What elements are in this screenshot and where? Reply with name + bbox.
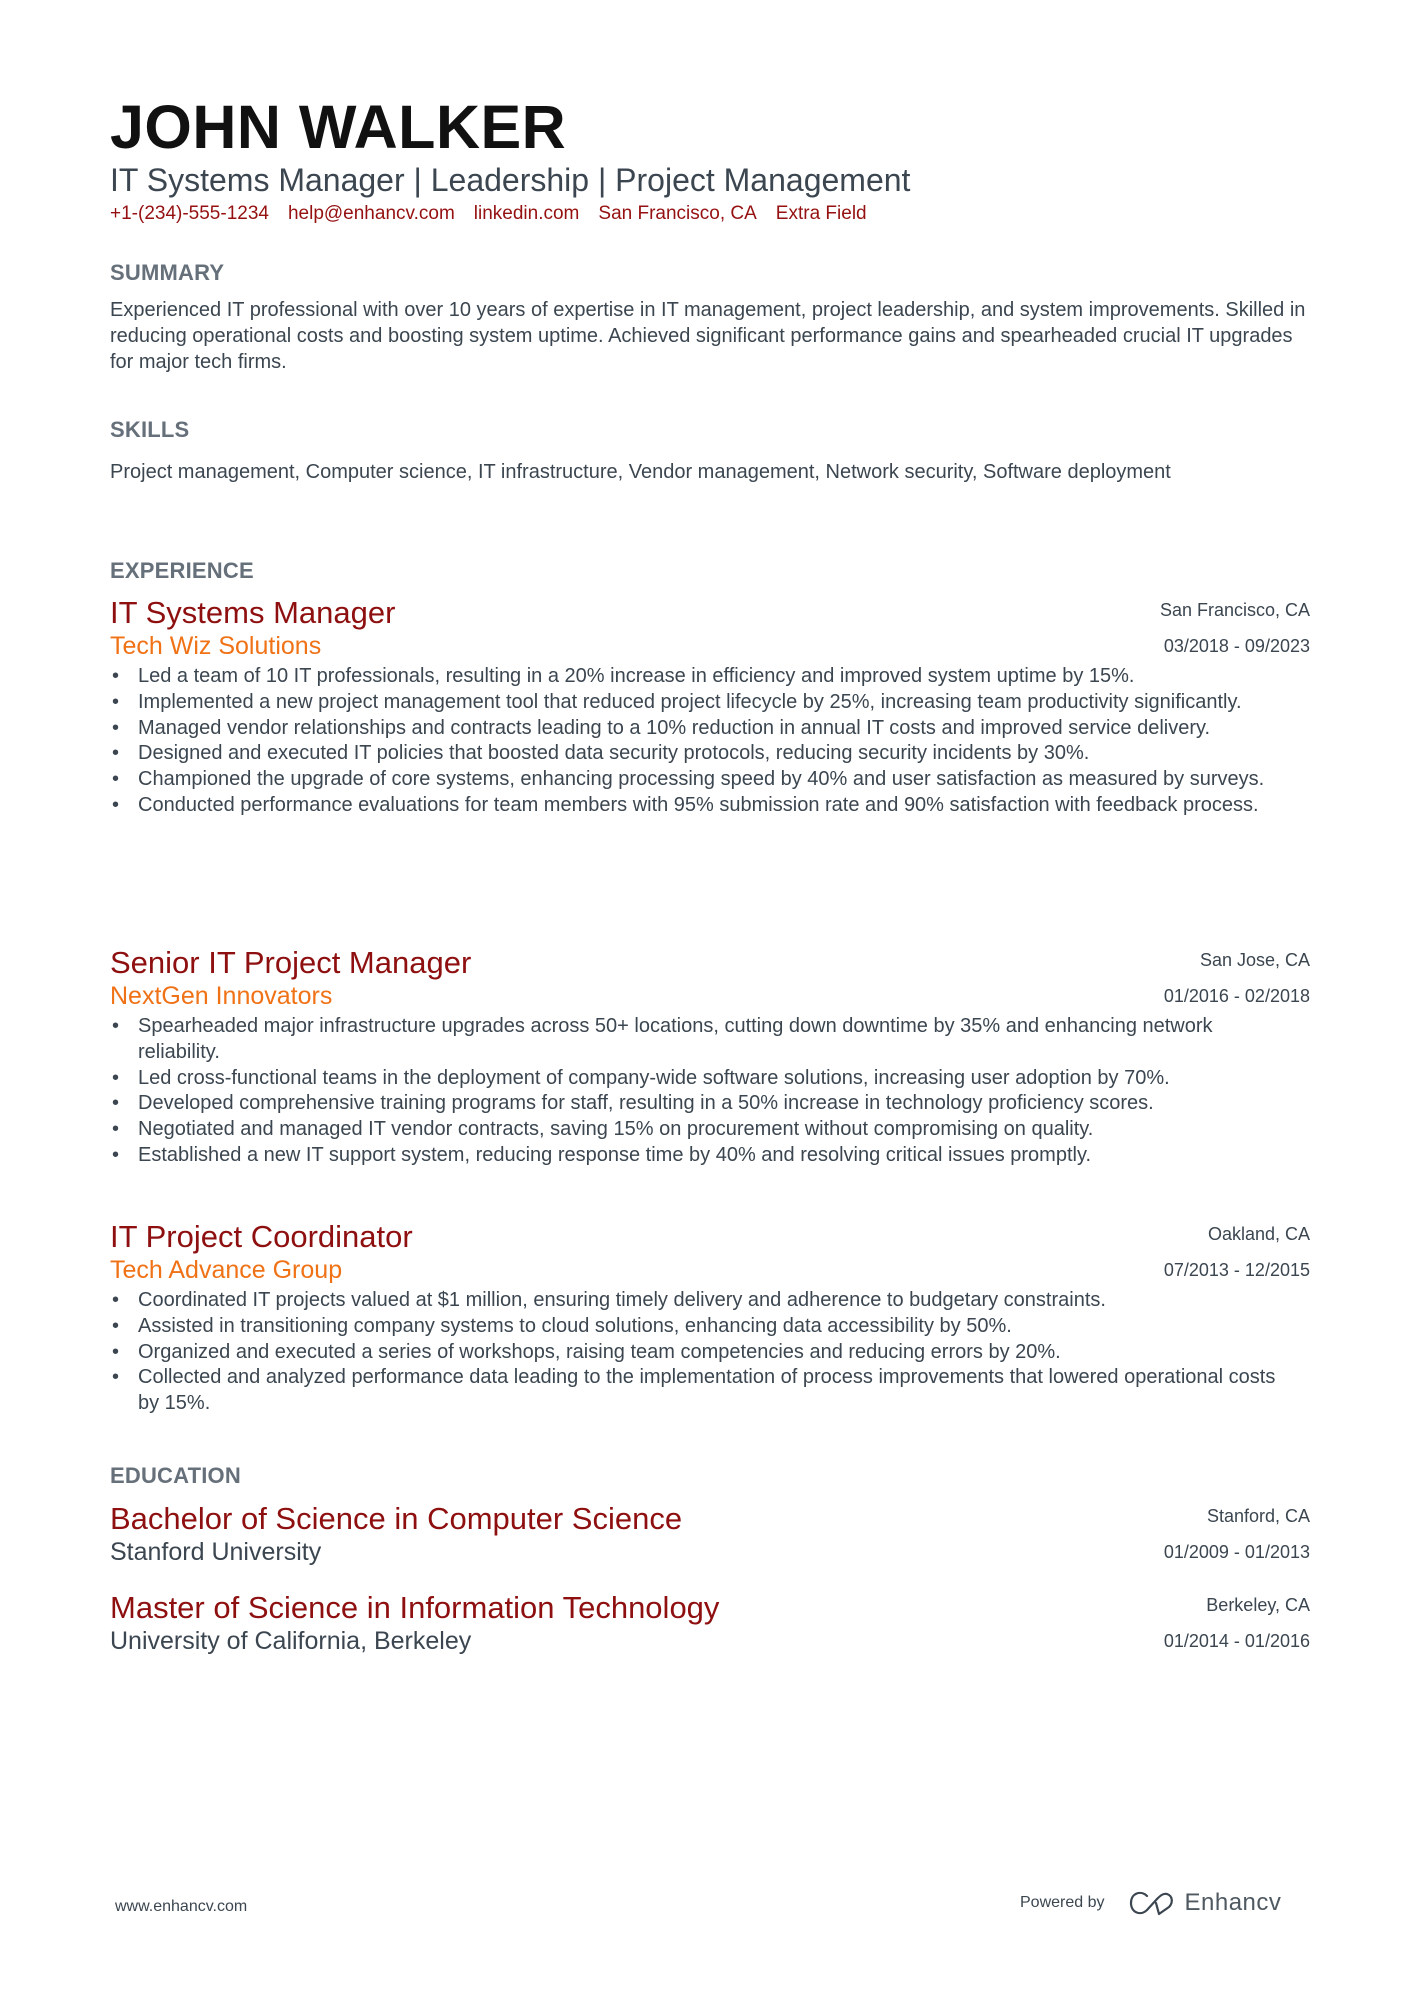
contact-linkedin[interactable]: linkedin.com: [474, 203, 580, 225]
school-location: Berkeley, CA: [1206, 1595, 1310, 1615]
experience-entry: IT Project Coordinator Tech Advance Grou…: [110, 1220, 1310, 1417]
skills-text: Project management, Computer science, IT…: [110, 461, 1171, 483]
job-bullet: Championed the upgrade of core systems, …: [112, 767, 1310, 793]
job-location: San Jose, CA: [1199, 950, 1310, 970]
experience-heading: EXPERIENCE: [110, 558, 254, 583]
education-entry: Bachelor of Science in Computer Science …: [110, 1502, 1310, 1568]
job-company: Tech Advance Group: [110, 1256, 343, 1284]
contact-location: San Francisco, CA: [598, 203, 757, 224]
brand-name: Enhancv: [1184, 1889, 1282, 1916]
experience-entry: Senior IT Project Manager NextGen Innova…: [110, 946, 1310, 1169]
powered-by-label: Powered by: [1020, 1894, 1105, 1911]
job-bullet: Developed comprehensive training program…: [112, 1091, 1310, 1117]
job-dates: 07/2013 - 12/2015: [1163, 1260, 1310, 1280]
enhancv-logo-icon: [1129, 1891, 1173, 1916]
contact-phone[interactable]: +1-(234)-555-1234: [110, 203, 269, 225]
degree-title: Master of Science in Information Technol…: [110, 1590, 720, 1625]
job-bullet: Led a team of 10 IT professionals, resul…: [112, 664, 1310, 690]
job-bullet: Coordinated IT projects valued at $1 mil…: [112, 1288, 1310, 1314]
job-title: Senior IT Project Manager: [110, 945, 472, 980]
education-dates: 01/2014 - 01/2016: [1163, 1631, 1310, 1651]
job-dates: 03/2018 - 09/2023: [1163, 636, 1310, 656]
job-bullets: Spearheaded major infrastructure upgrade…: [110, 1014, 1310, 1169]
candidate-name: JOHN WALKER: [110, 93, 567, 161]
education-entry: Master of Science in Information Technol…: [110, 1591, 1310, 1657]
job-bullet: Collected and analyzed performance data …: [112, 1365, 1310, 1417]
footer-website[interactable]: www.enhancv.com: [115, 1898, 247, 1916]
job-bullet: Spearheaded major infrastructure upgrade…: [112, 1014, 1310, 1066]
job-title: IT Project Coordinator: [110, 1219, 413, 1254]
job-bullet: Negotiated and managed IT vendor contrac…: [112, 1117, 1310, 1143]
summary-text: Experienced IT professional with over 10…: [110, 299, 1306, 373]
job-bullet: Conducted performance evaluations for te…: [112, 793, 1310, 819]
education-dates: 01/2009 - 01/2013: [1163, 1542, 1310, 1562]
degree-title: Bachelor of Science in Computer Science: [110, 1501, 683, 1536]
school-name: University of California, Berkeley: [110, 1627, 472, 1655]
education-heading: EDUCATION: [110, 1463, 241, 1488]
skills-heading: SKILLS: [110, 417, 190, 442]
job-bullet: Managed vendor relationships and contrac…: [112, 716, 1310, 742]
job-bullet: Implemented a new project management too…: [112, 690, 1310, 716]
job-location: Oakland, CA: [1207, 1224, 1310, 1244]
candidate-tagline: IT Systems Manager | Leadership | Projec…: [110, 162, 911, 198]
job-bullets: Coordinated IT projects valued at $1 mil…: [110, 1288, 1310, 1417]
enhancv-brand[interactable]: Enhancv: [1129, 1889, 1282, 1917]
summary-heading: SUMMARY: [110, 260, 225, 285]
school-name: Stanford University: [110, 1538, 322, 1566]
job-title: IT Systems Manager: [110, 595, 396, 630]
job-bullet: Led cross-functional teams in the deploy…: [112, 1066, 1310, 1092]
contact-email[interactable]: help@enhancv.com: [288, 203, 455, 225]
experience-entry: IT Systems Manager Tech Wiz Solutions Sa…: [110, 596, 1310, 819]
contact-bar: +1-(234)-555-1234 help@enhancv.com linke…: [110, 203, 867, 225]
job-bullet: Designed and executed IT policies that b…: [112, 741, 1310, 767]
job-company: Tech Wiz Solutions: [110, 632, 322, 660]
job-dates: 01/2016 - 02/2018: [1163, 986, 1310, 1006]
contact-extra-field: Extra Field: [775, 203, 867, 224]
job-location: San Francisco, CA: [1159, 600, 1310, 620]
job-bullet: Organized and executed a series of works…: [112, 1340, 1310, 1366]
school-location: Stanford, CA: [1206, 1506, 1310, 1526]
job-bullet: Established a new IT support system, red…: [112, 1143, 1310, 1169]
job-bullet: Assisted in transitioning company system…: [112, 1314, 1310, 1340]
job-company: NextGen Innovators: [110, 982, 333, 1010]
footer-branding: Powered by Enhancv: [1020, 1889, 1281, 1917]
job-bullets: Led a team of 10 IT professionals, resul…: [110, 664, 1310, 819]
